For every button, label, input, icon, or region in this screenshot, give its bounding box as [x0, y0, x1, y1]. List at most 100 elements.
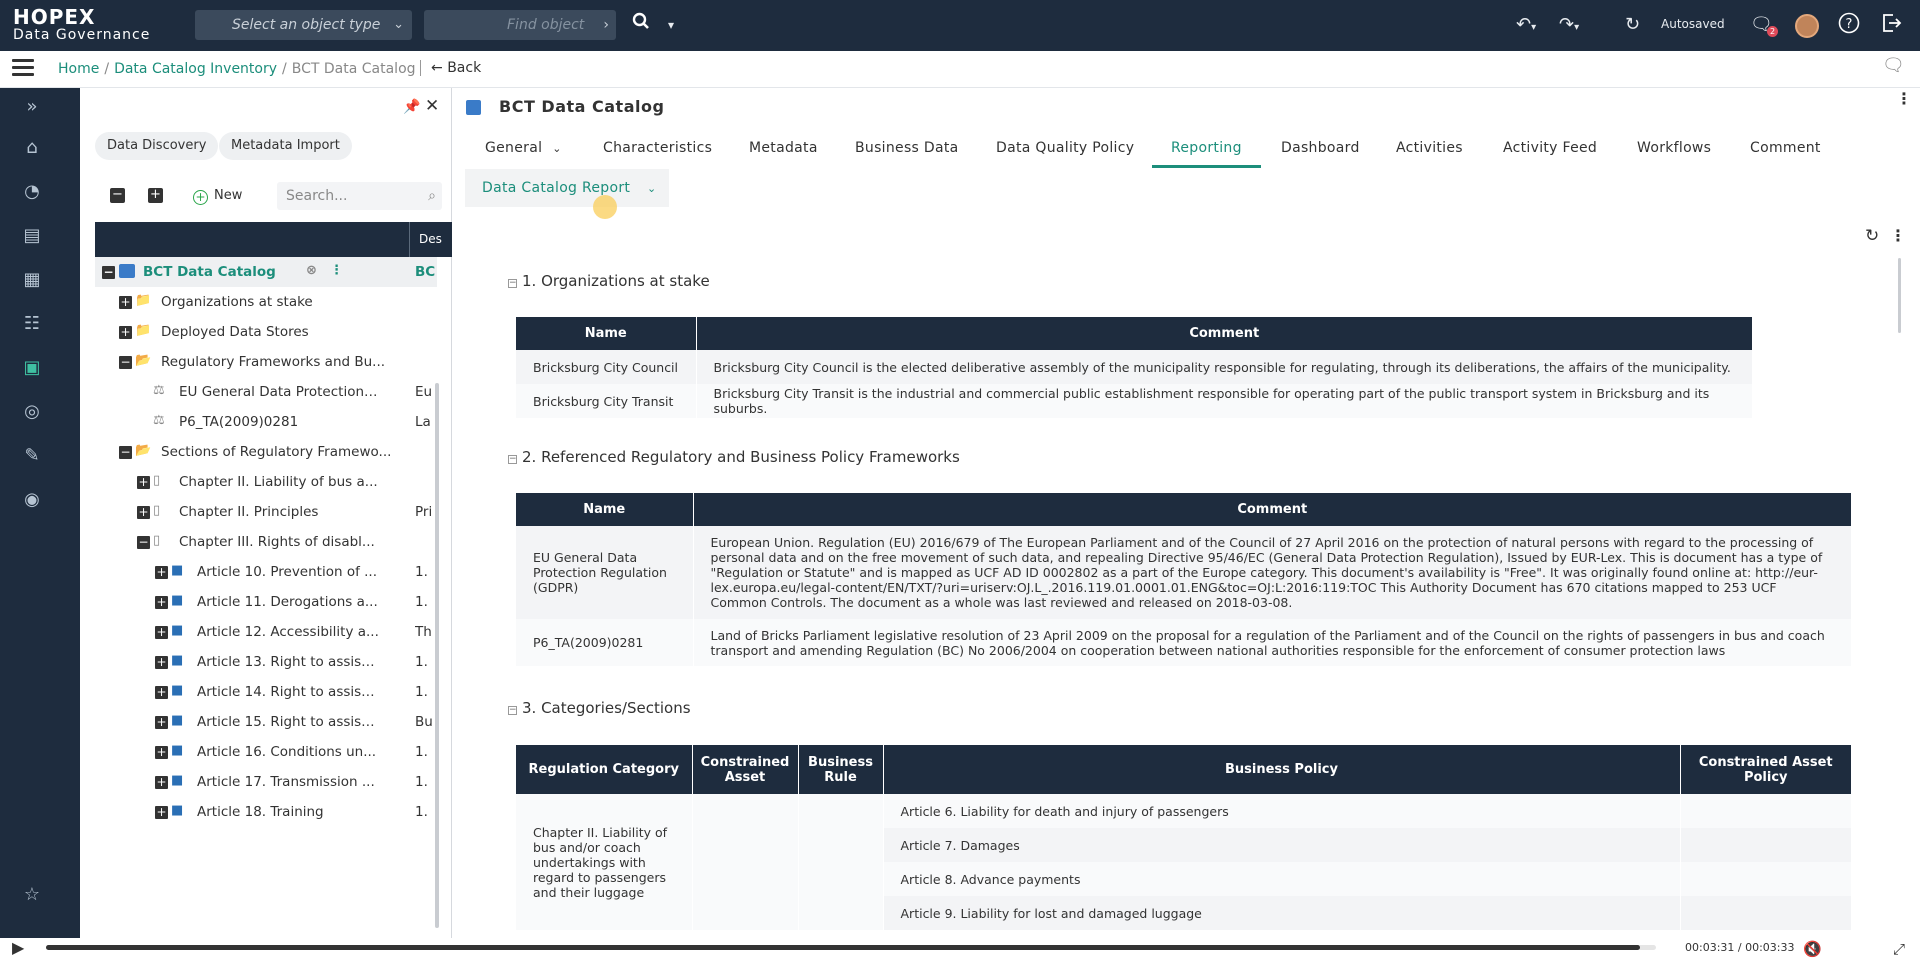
- tab-workflows[interactable]: Workflows: [1637, 128, 1711, 168]
- new-button[interactable]: + New: [193, 185, 242, 207]
- undo-icon[interactable]: ↶▾: [1516, 12, 1536, 41]
- expand-icon[interactable]: +: [137, 476, 150, 489]
- report-more-icon[interactable]: ⋮: [1890, 223, 1906, 249]
- expand-icon[interactable]: +: [155, 596, 168, 609]
- refresh-icon[interactable]: ↻: [1625, 12, 1640, 38]
- tree-item-label: Organizations at stake: [161, 294, 313, 310]
- favorites-icon[interactable]: ☆: [20, 884, 44, 908]
- dashboard-icon[interactable]: ◔: [20, 181, 44, 205]
- search-icon[interactable]: [632, 12, 650, 38]
- tree-row[interactable]: ⚖ P6_TA(2009)0281 La: [95, 407, 437, 437]
- pin-icon[interactable]: 📌: [403, 94, 420, 120]
- tab-comment[interactable]: Comment: [1750, 128, 1821, 168]
- report-selector[interactable]: Data Catalog Report ⌄: [465, 169, 669, 207]
- tree-row[interactable]: + ■ Article 17. Transmission ... 1.: [95, 767, 437, 797]
- play-icon[interactable]: ▶: [12, 935, 24, 961]
- tree-row[interactable]: + ■ Article 11. Derogations a... 1.: [95, 587, 437, 617]
- tree-row[interactable]: − 📂 Sections of Regulatory Framewo...: [95, 437, 437, 467]
- expand-icon[interactable]: +: [155, 716, 168, 729]
- tree-row[interactable]: + ■ Article 13. Right to assist... 1.: [95, 647, 437, 677]
- chat-icon[interactable]: 🗨: [1882, 53, 1905, 79]
- fullscreen-icon[interactable]: ⤢: [1893, 936, 1905, 962]
- back-button[interactable]: ← Back: [420, 60, 481, 76]
- tab-data-quality-policy[interactable]: Data Quality Policy: [996, 128, 1134, 168]
- expand-icon[interactable]: +: [155, 776, 168, 789]
- expand-icon[interactable]: +: [119, 296, 132, 309]
- tree-row[interactable]: + ▯ Chapter II. Principles Pri: [95, 497, 437, 527]
- find-object-input[interactable]: Find object ›: [424, 10, 616, 40]
- redo-icon[interactable]: ↷▾: [1559, 12, 1579, 41]
- logout-icon[interactable]: [1880, 12, 1902, 42]
- expand-icon[interactable]: +: [155, 746, 168, 759]
- breadcrumb-inventory[interactable]: Data Catalog Inventory: [114, 61, 277, 77]
- tab-general[interactable]: General ⌄: [485, 128, 562, 168]
- tab-reporting[interactable]: Reporting: [1171, 128, 1242, 168]
- catalog-icon[interactable]: ▦: [20, 269, 44, 293]
- object-type-select[interactable]: Select an object type ⌄: [195, 10, 412, 40]
- data-catalog-icon[interactable]: ▣: [20, 357, 44, 381]
- more-icon[interactable]: ⋮: [1896, 86, 1912, 112]
- refresh-report-icon[interactable]: ↻: [1865, 223, 1879, 249]
- tab-business-data[interactable]: Business Data: [855, 128, 959, 168]
- tree-row[interactable]: − 📂 Regulatory Frameworks and Bu...: [95, 347, 437, 377]
- report-scrollbar[interactable]: [1898, 258, 1901, 333]
- tree-row[interactable]: + 📁 Organizations at stake: [95, 287, 437, 317]
- expand-icon[interactable]: +: [155, 806, 168, 819]
- metadata-import-button[interactable]: Metadata Import: [219, 132, 352, 160]
- expand-icon[interactable]: +: [137, 506, 150, 519]
- collapse-section-icon[interactable]: −: [508, 706, 517, 715]
- help-icon[interactable]: ?: [1838, 12, 1860, 42]
- regulation-category: Chapter II. Liability of bus and/or coac…: [516, 794, 693, 930]
- expand-icon[interactable]: +: [119, 326, 132, 339]
- discovery-icon[interactable]: ◎: [20, 401, 44, 425]
- avatar[interactable]: [1795, 14, 1819, 38]
- tree-row[interactable]: + ■ Article 12. Accessibility a... Th: [95, 617, 437, 647]
- remove-icon[interactable]: ⊗: [306, 264, 322, 278]
- expand-all-icon[interactable]: +: [148, 188, 163, 203]
- collapse-icon[interactable]: −: [137, 536, 150, 549]
- tree-row[interactable]: − ▯ Chapter III. Rights of disabl...: [95, 527, 437, 557]
- collapse-section-icon[interactable]: −: [508, 455, 517, 464]
- expand-icon[interactable]: +: [155, 626, 168, 639]
- tree-scrollbar[interactable]: [435, 383, 439, 928]
- tree-row[interactable]: + ■ Article 18. Training 1.: [95, 797, 437, 827]
- collapse-icon[interactable]: −: [119, 356, 132, 369]
- menu-icon[interactable]: [12, 59, 34, 77]
- notification-badge: 2: [1767, 26, 1778, 37]
- search-icon: ⌕: [428, 188, 436, 204]
- expand-icon[interactable]: +: [155, 656, 168, 669]
- expand-icon[interactable]: +: [155, 566, 168, 579]
- reports-icon[interactable]: ▤: [20, 225, 44, 249]
- collapse-icon[interactable]: −: [119, 446, 132, 459]
- video-progress-bar[interactable]: [46, 945, 1656, 950]
- tree-row[interactable]: + ■ Article 15. Right to assist... Bu: [95, 707, 437, 737]
- data-discovery-button[interactable]: Data Discovery: [95, 132, 219, 160]
- expand-nav-icon[interactable]: »: [20, 96, 44, 120]
- tree-row[interactable]: + 📁 Deployed Data Stores: [95, 317, 437, 347]
- tree-row[interactable]: + ■ Article 14. Right to assist... 1.: [95, 677, 437, 707]
- tab-activities[interactable]: Activities: [1396, 128, 1463, 168]
- tree-row[interactable]: − BCT Data Catalog ⊗ ⋮ BC: [95, 257, 437, 287]
- expand-icon[interactable]: +: [155, 686, 168, 699]
- governance-icon[interactable]: ◉: [20, 489, 44, 513]
- tree-row[interactable]: + ■ Article 10. Prevention of ... 1.: [95, 557, 437, 587]
- hierarchy-icon[interactable]: ☷: [20, 313, 44, 337]
- collapse-icon[interactable]: −: [102, 266, 115, 279]
- volume-icon[interactable]: 🔇: [1803, 936, 1822, 962]
- close-panel-icon[interactable]: ✕: [425, 93, 439, 119]
- tab-characteristics[interactable]: Characteristics: [603, 128, 712, 168]
- tab-metadata[interactable]: Metadata: [749, 128, 818, 168]
- more-icon[interactable]: ⋮: [330, 264, 346, 278]
- tree-row[interactable]: + ▯ Chapter II. Liability of bus a...: [95, 467, 437, 497]
- collapse-section-icon[interactable]: −: [508, 279, 517, 288]
- tree-row[interactable]: ⚖ EU General Data Protection ... Eu: [95, 377, 437, 407]
- collapse-all-icon[interactable]: −: [110, 188, 125, 203]
- panel-search-input[interactable]: Search... ⌕: [277, 182, 442, 210]
- search-dropdown-icon[interactable]: ▾: [668, 12, 674, 38]
- tab-activity-feed[interactable]: Activity Feed: [1503, 128, 1597, 168]
- tab-dashboard[interactable]: Dashboard: [1281, 128, 1360, 168]
- tree-row[interactable]: + ■ Article 16. Conditions un... 1.: [95, 737, 437, 767]
- policy-icon[interactable]: ✎: [20, 445, 44, 469]
- home-icon[interactable]: ⌂: [20, 137, 44, 161]
- breadcrumb-home[interactable]: Home: [58, 61, 99, 77]
